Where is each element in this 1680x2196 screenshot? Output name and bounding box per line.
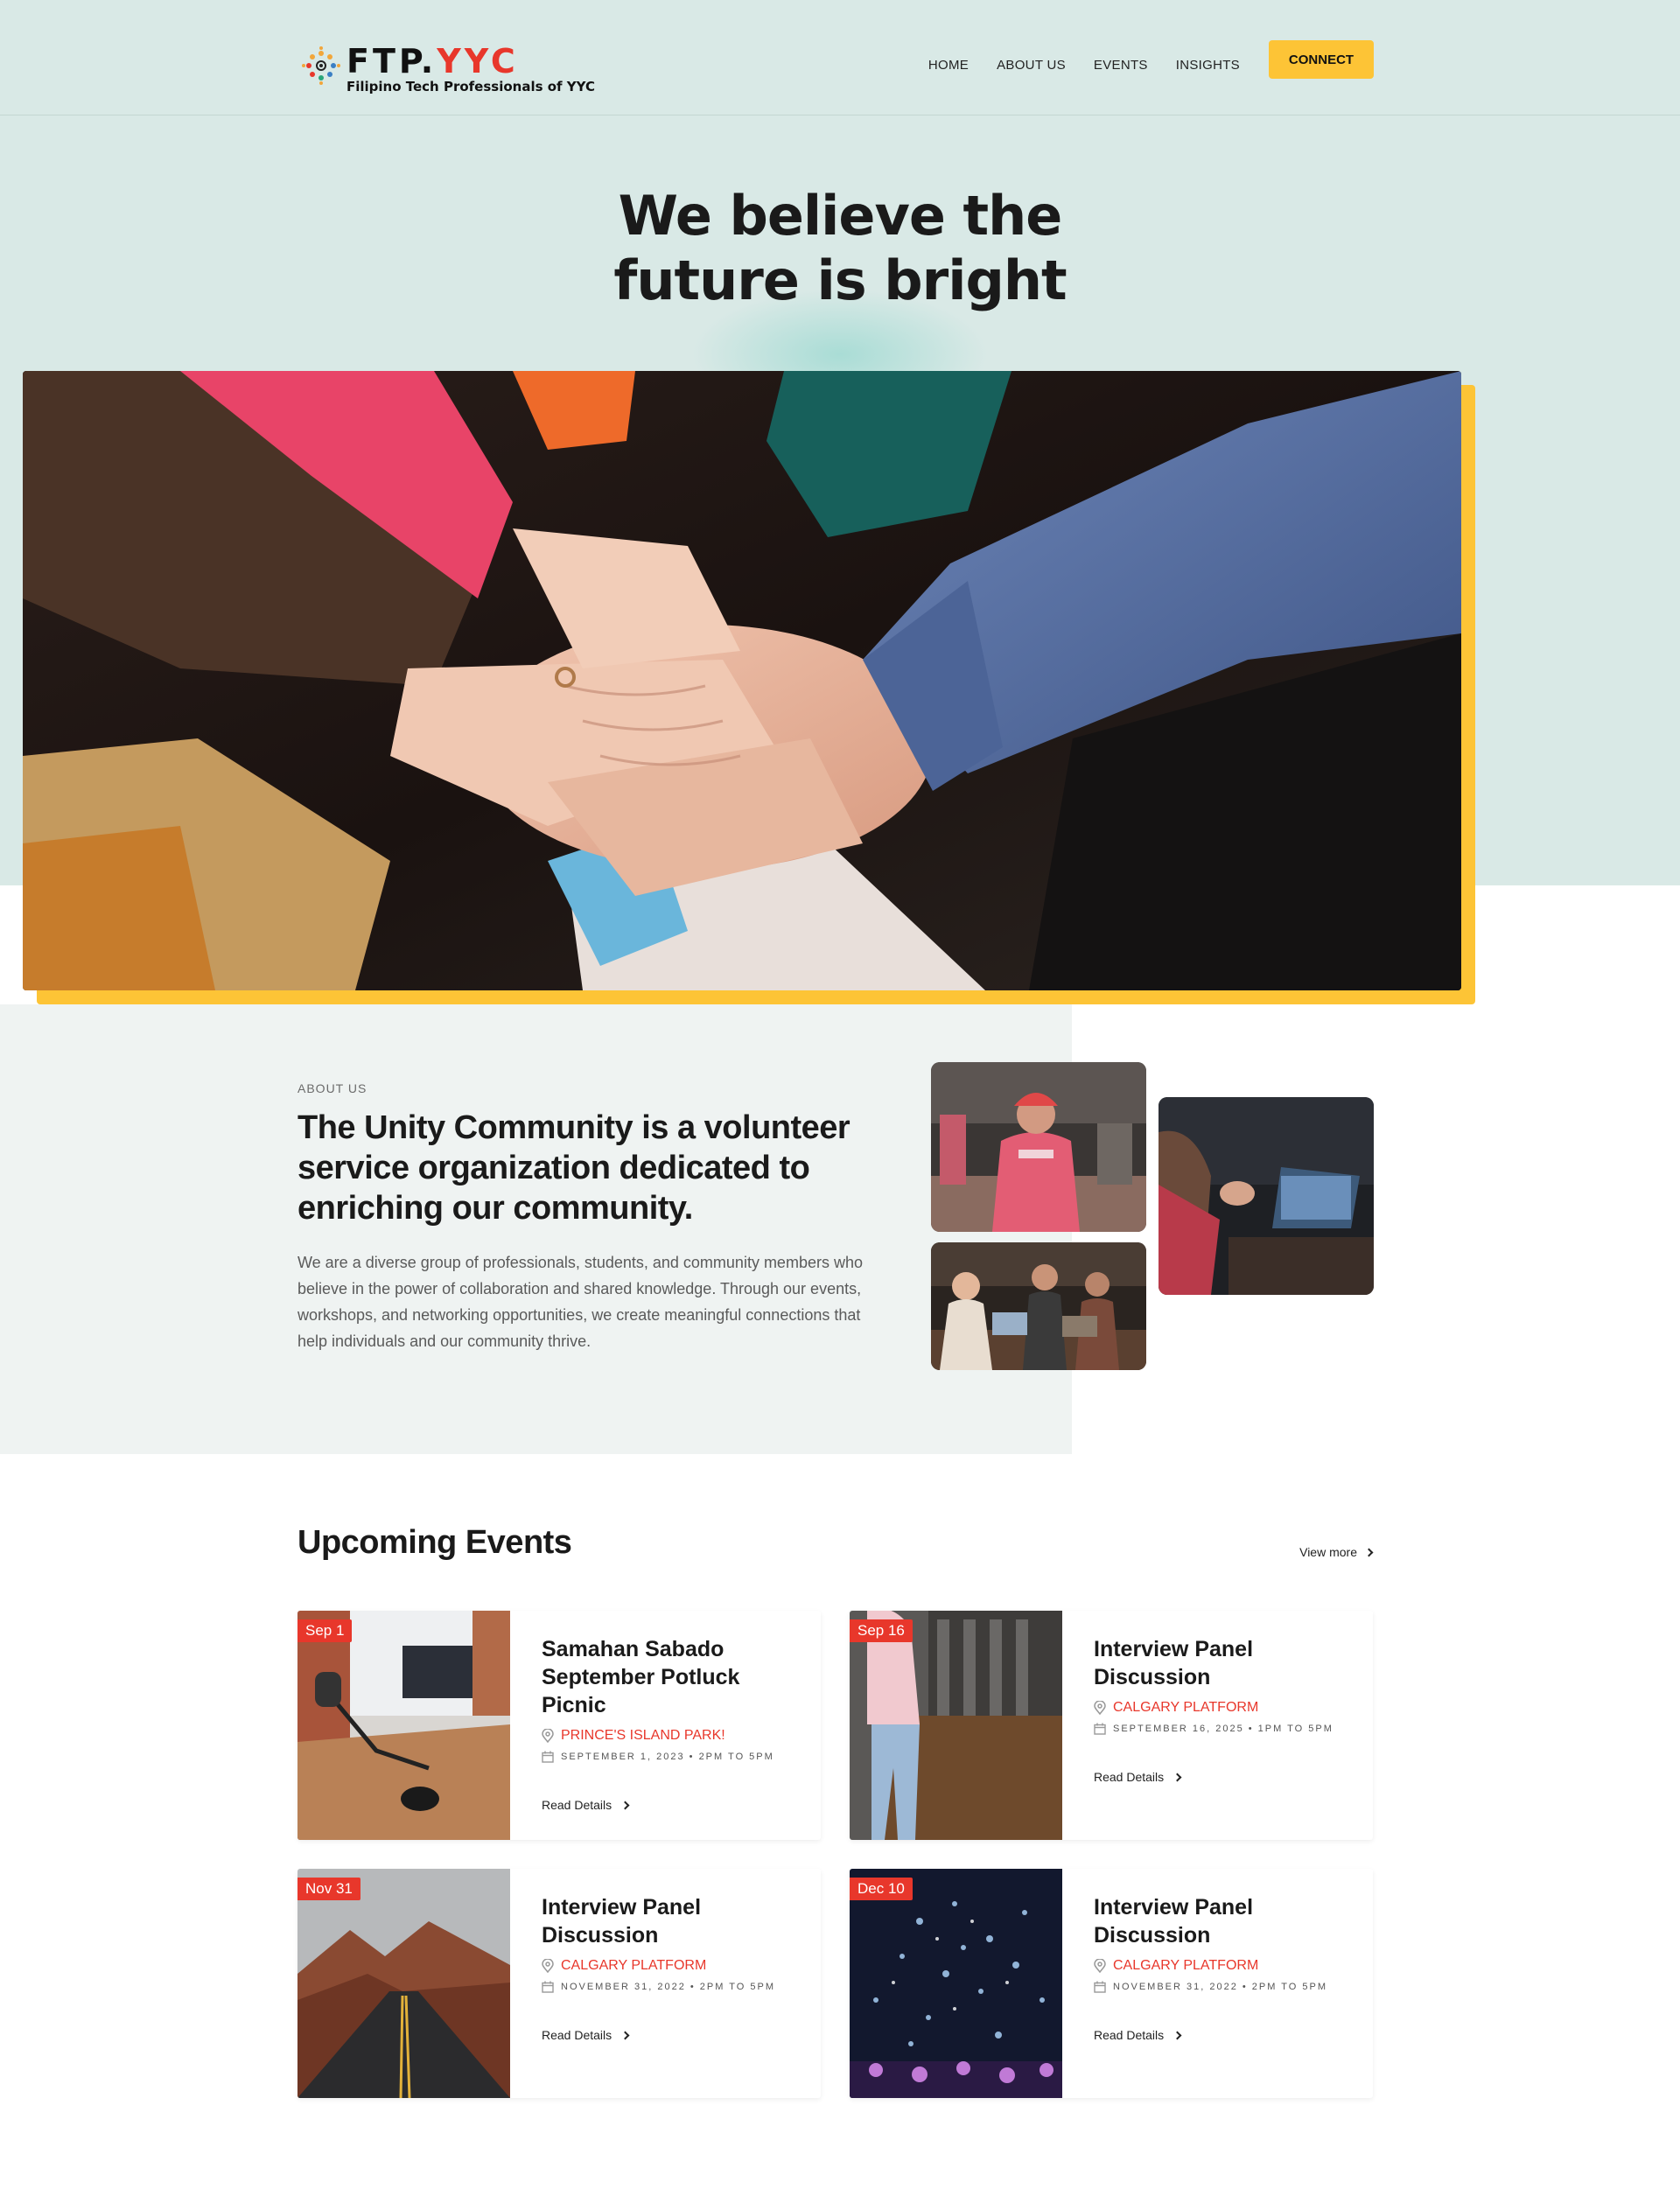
hands-illustration (23, 371, 1461, 990)
site-header: FTP.YYC Filipino Tech Professionals of Y… (0, 0, 1680, 115)
location-pin-icon (542, 1959, 554, 1973)
gallery-photo-laptop (1158, 1097, 1374, 1295)
event-card[interactable]: Nov 31 Interview Panel Discussion CALGAR… (298, 1869, 821, 2098)
event-title[interactable]: Samahan Sabado September Potluck Picnic (542, 1635, 804, 1719)
nav-home[interactable]: HOME (928, 58, 969, 73)
event-date-badge: Nov 31 (298, 1878, 360, 1900)
read-details-link[interactable]: Read Details (542, 2028, 804, 2042)
event-location: CALGARY PLATFORM (542, 1958, 804, 1974)
nav-events[interactable]: EVENTS (1094, 58, 1148, 73)
event-card[interactable]: Sep 1 Samahan Sabado September Potluck P… (298, 1611, 821, 1840)
event-date-badge: Dec 10 (850, 1878, 913, 1900)
chevron-right-icon (620, 1801, 630, 1809)
view-more-link[interactable]: View more (1299, 1545, 1374, 1559)
main-nav: HOME ABOUT US EVENTS INSIGHTS CONNECT (900, 40, 1374, 79)
read-details-link[interactable]: Read Details (1094, 2028, 1356, 2042)
event-datetime-label: SEPTEMBER 16, 2025 • 1PM TO 5PM (1113, 1724, 1334, 1734)
event-location: PRINCE'S ISLAND PARK! (542, 1728, 804, 1744)
gallery-photo-meeting (931, 1242, 1146, 1370)
event-location-label: CALGARY PLATFORM (561, 1958, 707, 1973)
hero-heading-line2: future is bright (613, 248, 1067, 312)
read-details-label: Read Details (1094, 1770, 1165, 1784)
nav-insights[interactable]: INSIGHTS (1176, 58, 1240, 73)
event-location-label: CALGARY PLATFORM (1113, 1700, 1259, 1715)
read-details-link[interactable]: Read Details (542, 1798, 804, 1812)
event-datetime-label: SEPTEMBER 1, 2023 • 2PM TO 5PM (561, 1752, 774, 1762)
hero-heading-line1: We believe the (618, 184, 1063, 248)
event-card[interactable]: Dec 10 Interview Panel Discussion CALGAR… (850, 1869, 1373, 2098)
location-pin-icon (542, 1729, 554, 1743)
event-location: CALGARY PLATFORM (1094, 1700, 1356, 1716)
chevron-right-icon (620, 2031, 630, 2039)
chevron-right-icon (1172, 1773, 1182, 1781)
read-details-label: Read Details (1094, 2028, 1165, 2042)
logo-burst-icon (302, 46, 340, 85)
about-heading: The Unity Community is a volunteer servi… (298, 1109, 850, 1227)
event-location: CALGARY PLATFORM (1094, 1958, 1356, 1974)
calendar-icon (1094, 1723, 1106, 1735)
event-card-body: Samahan Sabado September Potluck Picnic … (542, 1635, 804, 1812)
location-pin-icon (1094, 1959, 1106, 1973)
hero-heading: We believe the future is bright (0, 184, 1680, 313)
gallery-photo-volunteer (931, 1062, 1146, 1232)
event-location-label: CALGARY PLATFORM (1113, 1958, 1259, 1973)
read-details-label: Read Details (542, 1798, 612, 1812)
about-eyebrow: ABOUT US (298, 1081, 368, 1095)
read-details-label: Read Details (542, 2028, 612, 2042)
event-datetime-label: NOVEMBER 31, 2022 • 2PM TO 5PM (561, 1982, 776, 1992)
chevron-right-icon (1364, 1548, 1374, 1556)
event-title[interactable]: Interview Panel Discussion (1094, 1635, 1356, 1691)
event-date-badge: Sep 1 (298, 1619, 353, 1642)
event-datetime-label: NOVEMBER 31, 2022 • 2PM TO 5PM (1113, 1982, 1328, 1992)
event-card[interactable]: Sep 16 Interview Panel Discussion CALGAR… (850, 1611, 1373, 1840)
event-card-body: Interview Panel Discussion CALGARY PLATF… (542, 1893, 804, 2042)
event-image-podcast (298, 1611, 510, 1840)
about-body-text: We are a diverse group of professionals,… (298, 1254, 863, 1350)
event-image-road (298, 1869, 510, 2098)
logo-wordmark: FTP.YYC (346, 42, 519, 80)
event-image-confetti (850, 1869, 1062, 2098)
event-title[interactable]: Interview Panel Discussion (1094, 1893, 1356, 1949)
event-date-badge: Sep 16 (850, 1619, 913, 1642)
about-section (0, 1004, 1072, 1454)
event-title[interactable]: Interview Panel Discussion (542, 1893, 804, 1949)
logo-tagline: Filipino Tech Professionals of YYC (346, 79, 596, 94)
chevron-right-icon (1172, 2031, 1182, 2039)
site-logo[interactable]: FTP.YYC Filipino Tech Professionals of Y… (301, 42, 595, 96)
connect-button[interactable]: CONNECT (1269, 40, 1374, 79)
event-image-street (850, 1611, 1062, 1840)
view-more-label: View more (1299, 1545, 1357, 1559)
calendar-icon (1094, 1981, 1106, 1993)
calendar-icon (542, 1751, 554, 1763)
hero-photo-hands (23, 371, 1461, 990)
event-datetime: SEPTEMBER 1, 2023 • 2PM TO 5PM (542, 1751, 804, 1763)
nav-about-us[interactable]: ABOUT US (997, 58, 1066, 73)
event-card-body: Interview Panel Discussion CALGARY PLATF… (1094, 1893, 1356, 2042)
events-heading: Upcoming Events (298, 1524, 572, 1561)
event-datetime: NOVEMBER 31, 2022 • 2PM TO 5PM (1094, 1981, 1356, 1993)
read-details-link[interactable]: Read Details (1094, 1770, 1356, 1784)
location-pin-icon (1094, 1701, 1106, 1715)
event-card-body: Interview Panel Discussion CALGARY PLATF… (1094, 1635, 1356, 1784)
event-location-label: PRINCE'S ISLAND PARK! (561, 1728, 725, 1743)
calendar-icon (542, 1981, 554, 1993)
event-datetime: NOVEMBER 31, 2022 • 2PM TO 5PM (542, 1981, 804, 1993)
event-datetime: SEPTEMBER 16, 2025 • 1PM TO 5PM (1094, 1723, 1356, 1735)
